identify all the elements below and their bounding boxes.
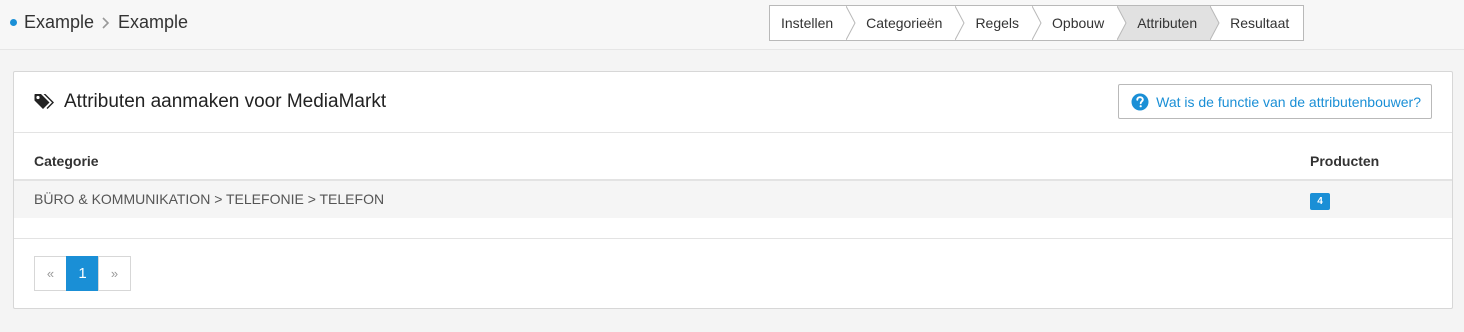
wizard-step-instellen[interactable]: Instellen bbox=[770, 6, 856, 40]
step-arrow-icon bbox=[955, 6, 966, 40]
attributes-panel: Attributen aanmaken voor MediaMarkt Wat … bbox=[13, 71, 1453, 309]
panel-title-text: Attributen aanmaken voor MediaMarkt bbox=[64, 91, 387, 112]
wizard-step-opbouw[interactable]: Opbouw bbox=[1033, 6, 1127, 40]
step-arrow-icon bbox=[846, 6, 856, 40]
help-button[interactable]: Wat is de functie van de attributenbouwe… bbox=[1118, 84, 1432, 119]
wizard-step-label: Resultaat bbox=[1230, 15, 1290, 31]
breadcrumb-item[interactable]: Example bbox=[118, 12, 188, 33]
column-header-categorie: Categorie bbox=[34, 153, 99, 169]
step-arrow-icon bbox=[1117, 6, 1127, 40]
wizard-steps: Instellen Categorieën Regels Opbouw Attr… bbox=[769, 5, 1305, 41]
wizard-step-label: Regels bbox=[975, 15, 1020, 31]
pagination-prev-button[interactable]: « bbox=[34, 256, 67, 291]
chevron-right-icon bbox=[102, 16, 110, 29]
top-bar: Example Example Instellen Categorieën Re… bbox=[0, 0, 1464, 50]
wizard-step-label: Attributen bbox=[1137, 15, 1198, 31]
wizard-step-label: Instellen bbox=[781, 15, 834, 31]
product-count-badge: 4 bbox=[1310, 193, 1330, 210]
tags-icon bbox=[34, 94, 54, 109]
wizard-step-label: Categorieën bbox=[866, 15, 943, 31]
pagination-page-1[interactable]: 1 bbox=[66, 256, 99, 291]
table-footer-divider bbox=[14, 218, 1452, 239]
table-header: Categorie Producten bbox=[14, 133, 1452, 181]
status-dot-icon bbox=[10, 19, 17, 26]
wizard-step-label: Opbouw bbox=[1052, 15, 1105, 31]
breadcrumb: Example Example bbox=[10, 12, 188, 33]
wizard-step-regels[interactable]: Regels bbox=[956, 6, 1042, 40]
help-button-label: Wat is de functie van de attributenbouwe… bbox=[1156, 93, 1421, 110]
wizard-step-resultaat[interactable]: Resultaat bbox=[1211, 6, 1304, 40]
breadcrumb-item[interactable]: Example bbox=[24, 12, 94, 33]
wizard-step-categorieen[interactable]: Categorieën bbox=[847, 6, 966, 40]
table-row[interactable]: BÜRO & KOMMUNIKATION > TELEFONIE > TELEF… bbox=[14, 181, 1452, 218]
pagination: « 1 » bbox=[34, 256, 131, 291]
column-header-producten: Producten bbox=[1310, 153, 1380, 169]
wizard-step-attributen[interactable]: Attributen bbox=[1118, 6, 1220, 40]
category-cell: BÜRO & KOMMUNIKATION > TELEFONIE > TELEF… bbox=[34, 191, 385, 207]
pagination-next-button[interactable]: » bbox=[98, 256, 131, 291]
step-arrow-icon bbox=[1210, 6, 1220, 40]
panel-title: Attributen aanmaken voor MediaMarkt bbox=[34, 91, 386, 113]
panel-header: Attributen aanmaken voor MediaMarkt Wat … bbox=[14, 72, 1452, 133]
step-arrow-icon bbox=[1032, 6, 1042, 40]
question-circle-icon bbox=[1131, 93, 1149, 110]
